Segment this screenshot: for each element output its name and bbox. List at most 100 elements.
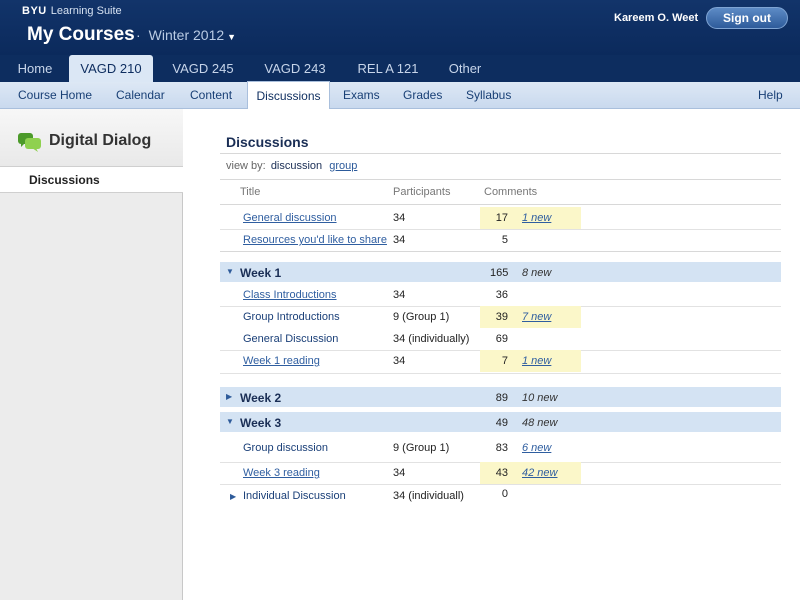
help-link[interactable]: Help — [758, 82, 783, 109]
tab-home[interactable]: Home — [8, 55, 62, 82]
divider — [220, 179, 781, 180]
new-comments-link[interactable]: 6 new — [522, 442, 551, 454]
discussion-title[interactable]: Individual Discussion — [243, 490, 346, 502]
participants: 34 — [393, 212, 406, 224]
sidebar-header: Digital Dialog — [0, 109, 183, 167]
sidebar: Digital Dialog Discussions — [0, 109, 183, 600]
comment-count: 7 — [501, 355, 508, 367]
tab-vagd-210[interactable]: VAGD 210 — [69, 55, 153, 82]
week-title: Week 1 — [240, 266, 282, 280]
row-divider — [220, 373, 781, 374]
user-name: Kareem O. Weet — [614, 12, 699, 24]
participants: 34 — [393, 467, 406, 479]
comments-cell: 69 — [480, 328, 581, 350]
discussion-title[interactable]: Group Introductions — [243, 311, 340, 323]
tool-name: Digital Dialog — [49, 132, 152, 149]
comments-cell: 83 6 new — [480, 437, 581, 459]
discussion-row: Group Introductions 9 (Group 1) 39 7 new — [220, 306, 781, 328]
discussion-link[interactable]: General discussion — [243, 212, 337, 224]
tab-other[interactable]: Other — [438, 55, 492, 82]
app-header: BYU Learning Suite My Courses · Winter 201… — [0, 0, 800, 55]
comment-count: 17 — [495, 212, 508, 224]
course-tab-bar: Home VAGD 210 VAGD 245 VAGD 243 REL A 12… — [0, 55, 800, 82]
comment-count: 39 — [495, 311, 508, 323]
comments-cell: 39 7 new — [480, 306, 581, 328]
comment-count: 36 — [495, 289, 508, 301]
triangle-right-icon[interactable]: ▶ — [230, 492, 236, 501]
new-comments-link[interactable]: 7 new — [522, 311, 551, 323]
discussion-row: Class Introductions 34 36 — [220, 284, 781, 306]
semester-label: Winter 2012 — [148, 27, 225, 43]
tab-course-home[interactable]: Course Home — [18, 82, 92, 109]
column-header-comments[interactable]: Comments — [484, 186, 537, 198]
triangle-down-icon[interactable]: ▼ — [226, 267, 234, 276]
view-by-switcher: view by: discussion group — [226, 160, 357, 172]
week-title: Week 2 — [240, 391, 282, 405]
participants: 34 — [393, 355, 406, 367]
discussion-link[interactable]: Week 3 reading — [243, 467, 320, 479]
tab-content[interactable]: Content — [190, 82, 232, 109]
comment-count: 0 — [501, 488, 508, 500]
discussion-link[interactable]: Class Introductions — [243, 289, 337, 301]
comments-cell: 17 1 new — [480, 207, 581, 229]
tab-discussions[interactable]: Discussions — [247, 81, 330, 109]
triangle-right-icon[interactable]: ▶ — [226, 392, 232, 401]
participants: 34 — [393, 234, 406, 246]
tab-grades[interactable]: Grades — [403, 82, 442, 109]
discussion-row: Resources you'd like to share 34 5 — [220, 229, 781, 251]
discussion-row: ▶ Individual Discussion 34 (individuall)… — [220, 485, 781, 507]
participants: 9 (Group 1) — [393, 311, 450, 323]
discussion-title[interactable]: General Discussion — [243, 333, 338, 345]
discussion-link[interactable]: Week 1 reading — [243, 355, 320, 367]
tab-vagd-245[interactable]: VAGD 245 — [163, 55, 243, 82]
comments-cell: 0 — [480, 485, 581, 507]
week-comment-count: 49 — [495, 417, 508, 429]
week-3-header[interactable]: ▼ Week 3 49 48 new — [220, 412, 781, 432]
tab-calendar[interactable]: Calendar — [116, 82, 165, 109]
sidebar-item-discussions[interactable]: Discussions — [0, 167, 183, 193]
participants: 34 (individually) — [393, 333, 470, 345]
week-2-header[interactable]: ▶ Week 2 89 10 new — [220, 387, 781, 407]
column-header-title[interactable]: Title — [240, 186, 260, 198]
section-tab-bar: Course Home Calendar Content Discussions… — [0, 81, 800, 109]
new-comments-link[interactable]: 1 new — [522, 212, 551, 224]
week-1-header[interactable]: ▼ Week 1 165 8 new — [220, 262, 781, 282]
participants: 9 (Group 1) — [393, 442, 450, 454]
tab-rel-a-121[interactable]: REL A 121 — [347, 55, 429, 82]
week-new-count: 48 new — [522, 417, 558, 429]
comments-cell: 36 — [480, 284, 581, 306]
week-comment-count: 89 — [495, 392, 508, 404]
discussion-title[interactable]: Group discussion — [243, 442, 328, 454]
tab-vagd-243[interactable]: VAGD 243 — [255, 55, 335, 82]
divider — [220, 251, 781, 252]
column-header-participants[interactable]: Participants — [393, 186, 450, 198]
comment-count: 83 — [495, 442, 508, 454]
page-title: My Courses — [27, 24, 135, 45]
semester-selector[interactable]: · Winter 2012 ▼ — [136, 27, 236, 43]
new-comments-link[interactable]: 42 new — [522, 467, 557, 479]
triangle-down-icon[interactable]: ▼ — [226, 417, 234, 426]
participants: 34 — [393, 289, 406, 301]
discussion-row: Week 3 reading 34 43 42 new — [220, 462, 781, 484]
participants: 34 (individuall) — [393, 490, 464, 502]
separator-dot: · — [136, 27, 141, 43]
discussion-row: General Discussion 34 (individually) 69 — [220, 328, 781, 350]
main-content: Discussions view by: discussion group Ti… — [183, 109, 800, 600]
week-title: Week 3 — [240, 416, 282, 430]
divider — [220, 204, 781, 205]
comment-count: 69 — [495, 333, 508, 345]
brand[interactable]: BYU Learning Suite — [22, 5, 122, 17]
tab-syllabus[interactable]: Syllabus — [466, 82, 511, 109]
sign-out-button[interactable]: Sign out — [706, 7, 788, 29]
new-comments-link[interactable]: 1 new — [522, 355, 551, 367]
comments-cell: 43 42 new — [480, 462, 581, 484]
comments-cell: 7 1 new — [480, 350, 581, 372]
brand-text: Learning Suite — [50, 5, 122, 17]
discussion-row: Group discussion 9 (Group 1) 83 6 new — [220, 437, 781, 459]
tab-exams[interactable]: Exams — [343, 82, 380, 109]
week-comment-count: 165 — [490, 267, 509, 279]
discussion-link[interactable]: Resources you'd like to share — [243, 234, 387, 246]
week-new-count: 10 new — [522, 392, 558, 404]
view-group-link[interactable]: group — [329, 160, 357, 172]
view-by-label: view by: — [226, 160, 266, 172]
